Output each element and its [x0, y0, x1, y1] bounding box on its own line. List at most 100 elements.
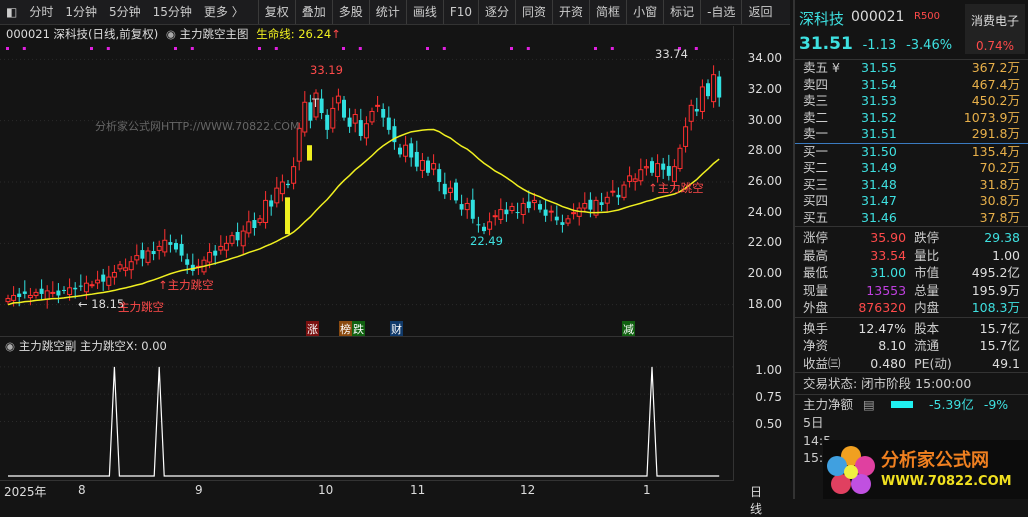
indicator-dropdown-icon[interactable]: ◉ — [166, 27, 176, 41]
candle — [666, 166, 671, 176]
buy-level[interactable]: 买五 31.46 37.8万 — [795, 210, 1028, 227]
candle — [123, 267, 129, 271]
sell-level[interactable]: 卖一 31.51 291.8万 — [795, 126, 1028, 143]
candle — [677, 147, 683, 170]
candle — [22, 291, 27, 294]
level-label: 卖五 ¥ — [803, 60, 840, 75]
candle — [509, 206, 515, 212]
buy-level[interactable]: 买三 31.48 31.8万 — [795, 177, 1028, 194]
candle — [476, 224, 481, 226]
level-price: 31.49 — [861, 160, 897, 175]
sector-name: 消费电子 — [970, 14, 1019, 28]
buy-level[interactable]: 买一 31.50 135.4万 — [795, 144, 1028, 161]
list-icon[interactable]: ▤ — [863, 395, 883, 414]
date-axis: 2025年 8 9 10 11 12 1 日线 — [0, 480, 762, 516]
event-list[interactable]: 榜 — [339, 321, 352, 337]
candle — [106, 276, 112, 286]
flow-row: 5日 — [803, 415, 824, 430]
stat-value: 1.00 — [992, 247, 1020, 263]
sub-dropdown-icon[interactable]: ◉ — [5, 339, 15, 353]
toolbar-button[interactable]: 统计 — [368, 0, 406, 24]
period-0[interactable]: 分时 — [23, 0, 59, 24]
candle — [223, 242, 229, 251]
stat-row: 外盘 876320 内盘 108.3万 — [795, 299, 1028, 317]
sub-y-tick-label: 0.50 — [755, 417, 782, 432]
pane-divider — [0, 336, 733, 337]
toolbar-button[interactable]: 叠加 — [294, 0, 332, 24]
candle — [56, 290, 61, 296]
marker-dot — [526, 47, 530, 50]
candle — [643, 166, 649, 169]
toolbar-button[interactable]: F10 — [442, 0, 478, 24]
watermark: 分析家公式网HTTP://WWW.70822.COM — [95, 120, 300, 133]
stat-row: 涨停 35.90 跌停 29.38 — [795, 229, 1028, 247]
candle — [565, 218, 571, 224]
sell-level[interactable]: 卖二 31.52 1073.9万 — [795, 110, 1028, 127]
toolbar-button[interactable]: 逐分 — [478, 0, 515, 24]
event-reduce[interactable]: 减 — [622, 321, 635, 337]
candle — [134, 255, 140, 261]
level-price: 31.55 — [861, 60, 897, 75]
sub-chart-header: ◉ 主力跳空副 主力跳空X: 0.00 — [5, 338, 167, 354]
stat-value: 49.1 — [992, 355, 1020, 371]
toolbar-button[interactable]: 复权 — [257, 0, 295, 24]
candle — [151, 251, 156, 255]
sector-box[interactable]: 消费电子 0.74% — [965, 4, 1025, 54]
toolbar-button[interactable]: 同资 — [515, 0, 552, 24]
toolbar-button[interactable]: 标记 — [663, 0, 700, 24]
sub-indicator-name[interactable]: 主力跳空副 — [19, 339, 77, 353]
toolbar-button[interactable]: 画线 — [405, 0, 443, 24]
event-finance[interactable]: 财 — [390, 321, 403, 337]
event-fall[interactable]: 跌 — [352, 321, 365, 337]
level-label: 卖一 — [803, 126, 829, 141]
more-periods[interactable]: 更多 〉 — [198, 0, 250, 24]
candle — [257, 218, 263, 223]
period-1[interactable]: 1分钟 — [59, 0, 103, 24]
toolbar-button[interactable]: 简框 — [589, 0, 626, 24]
high-label: 33.19 — [310, 63, 343, 77]
indicator-name[interactable]: 主力跳空主图 — [180, 27, 249, 41]
low-label: 22.49 — [470, 234, 503, 248]
y-tick-label: 30.00 — [747, 112, 782, 127]
stat-label: 总量 — [914, 282, 940, 298]
candle — [229, 235, 235, 244]
toolbar-button[interactable]: 开资 — [552, 0, 589, 24]
candle — [11, 294, 17, 301]
stat-label: 外盘 — [803, 300, 829, 315]
candle — [650, 161, 654, 173]
toolbar-button[interactable]: 多股 — [331, 0, 369, 24]
year-label: 2025年 — [4, 485, 47, 499]
marker-dot — [274, 47, 278, 50]
sell-level[interactable]: 卖四 31.54 467.4万 — [795, 77, 1028, 94]
toolbar-button[interactable]: -自选 — [700, 0, 741, 24]
candle — [683, 126, 689, 147]
candle — [62, 289, 66, 291]
sub-y-tick-label: 0.75 — [755, 390, 782, 405]
sidebar-toggle-icon[interactable]: ◧ — [0, 0, 23, 24]
month-label: 12 — [520, 483, 536, 497]
stat-label: 现量 — [803, 282, 829, 298]
recent-high-label: 33.74 — [655, 47, 688, 61]
period-label[interactable]: 日线 — [750, 483, 762, 517]
sell-level[interactable]: 卖五 ¥ 31.55 367.2万 — [795, 60, 1028, 77]
sell-level[interactable]: 卖三 31.53 450.2万 — [795, 93, 1028, 110]
event-rise[interactable]: 涨 — [306, 321, 319, 337]
stat-label: 市值 — [914, 265, 940, 280]
toolbar-button[interactable]: 小窗 — [626, 0, 663, 24]
candle — [286, 183, 290, 186]
period-2[interactable]: 5分钟 — [103, 0, 147, 24]
quote-panel: 深科技 000021 R500 消费电子 0.74% 31.51 -1.13 -… — [793, 0, 1028, 499]
candle — [325, 114, 330, 130]
sub-chart[interactable] — [0, 350, 733, 480]
candle — [319, 98, 324, 113]
buy-level[interactable]: 买四 31.47 30.8万 — [795, 193, 1028, 210]
candlestick-chart[interactable] — [0, 44, 733, 336]
flow-pct: -9% — [983, 397, 1009, 412]
price-change-pct: -3.46% — [906, 38, 953, 53]
toolbar-button[interactable]: 返回 — [741, 0, 778, 24]
lifeline-value: 生命线: 26.24 — [256, 27, 332, 41]
price-change: -1.13 — [862, 38, 897, 53]
period-3[interactable]: 15分钟 — [147, 0, 198, 24]
buy-level[interactable]: 买二 31.49 70.2万 — [795, 160, 1028, 177]
candle — [386, 117, 391, 130]
